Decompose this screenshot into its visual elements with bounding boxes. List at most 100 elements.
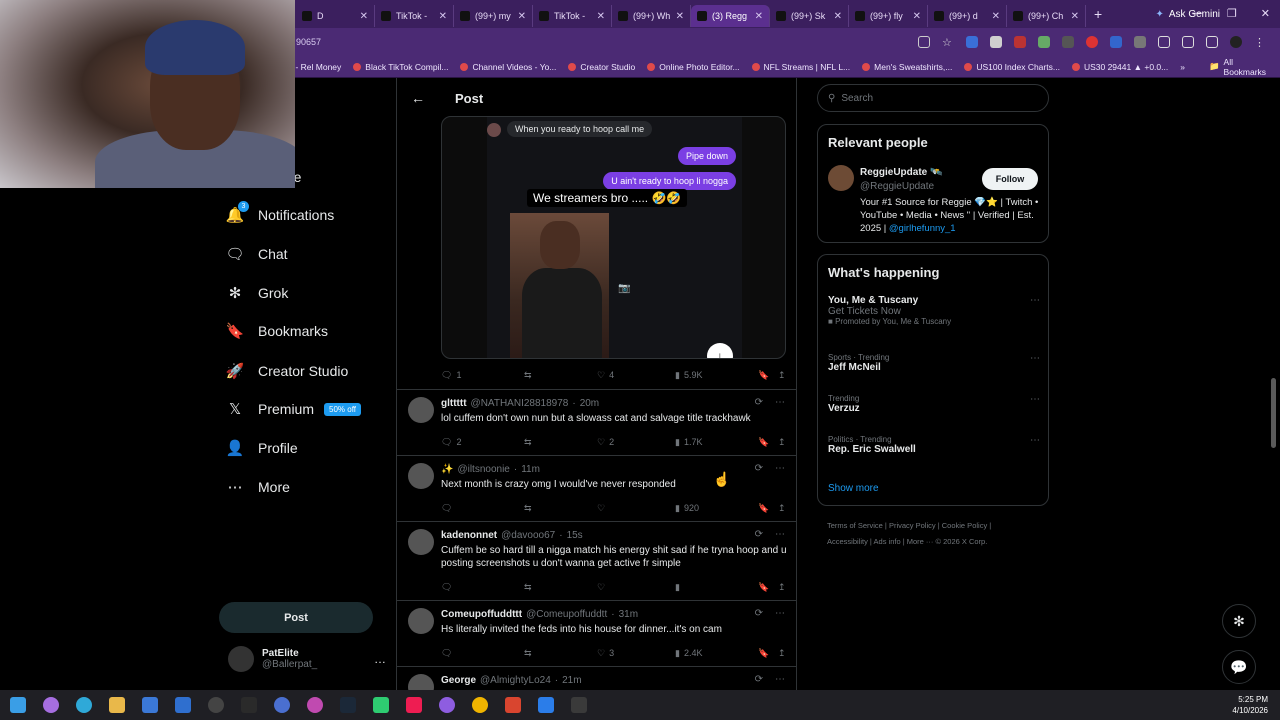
bookmark-button[interactable]: 🔖 xyxy=(758,648,778,659)
more-options-icon[interactable]: ⋯ xyxy=(775,463,785,474)
more-options-icon[interactable]: ⋯ xyxy=(1030,435,1040,446)
grok-explain-icon[interactable]: ⟳ xyxy=(755,397,763,408)
share-button[interactable]: ↥ xyxy=(778,437,786,448)
browser-tab[interactable]: (3) Regg ✕ xyxy=(691,5,770,27)
sidebar-item-grok[interactable]: ✻ Grok xyxy=(226,284,289,302)
reply-post[interactable]: kadenonnet @davooo67 · 15s ⟳ ⋯ Cuffem be so ha… xyxy=(397,521,796,600)
like-button[interactable]: ♡ 3 xyxy=(597,648,675,659)
close-tab-icon[interactable]: ✕ xyxy=(913,11,921,22)
bio-link[interactable]: @girlhefunny_1 xyxy=(889,223,956,234)
close-tab-icon[interactable]: ✕ xyxy=(360,11,368,22)
avatar[interactable] xyxy=(408,397,434,423)
account-more-icon[interactable]: … xyxy=(374,652,386,666)
reply-author-handle[interactable]: @iltsnoonie xyxy=(457,464,509,475)
search-input[interactable]: ⚲ Search xyxy=(817,84,1049,112)
all-bookmarks-button[interactable]: » 📁 All Bookmarks xyxy=(1180,57,1270,77)
more-options-icon[interactable]: ⋯ xyxy=(775,674,785,685)
close-tab-icon[interactable]: ✕ xyxy=(518,11,526,22)
more-options-icon[interactable]: ⋯ xyxy=(775,397,785,408)
app-icon[interactable] xyxy=(307,697,323,713)
reply-timestamp[interactable]: 31m xyxy=(619,609,638,620)
reply-button[interactable]: 🗨 xyxy=(441,648,524,659)
app-icon[interactable] xyxy=(538,697,554,713)
extension-icon[interactable] xyxy=(1062,36,1074,48)
back-arrow-icon[interactable]: ← xyxy=(411,90,425,106)
reply-author-handle[interactable]: @davooo67 xyxy=(501,530,555,541)
views-button[interactable]: ▮ 2.4K xyxy=(675,648,758,659)
grok-explain-icon[interactable]: ⟳ xyxy=(755,674,763,685)
browser-tab[interactable]: TikTok - ✕ xyxy=(375,5,454,27)
reply-post[interactable]: ✨ @iltsnoonie · 11m ⟳ ⋯ Next month is crazy om… xyxy=(397,455,796,521)
sidebar-item-notifications[interactable]: 🔔 3 Notifications xyxy=(226,201,334,224)
bookmark-item[interactable]: Channel Videos - Yo... xyxy=(460,62,556,72)
reply-timestamp[interactable]: 15s xyxy=(567,530,583,541)
close-tab-icon[interactable]: ✕ xyxy=(439,11,447,22)
bookmark-item[interactable]: US100 Index Charts... xyxy=(964,62,1060,72)
app-icon[interactable] xyxy=(373,697,389,713)
share-button[interactable]: ↥ xyxy=(778,370,786,381)
grok-explain-icon[interactable]: ⟳ xyxy=(755,608,763,619)
post-button[interactable]: Post xyxy=(219,602,373,633)
trend-item[interactable]: You, Me & Tuscany Get Tickets Now ■ Promot… xyxy=(828,295,1040,326)
file-explorer-icon[interactable] xyxy=(109,697,125,713)
extension-icon[interactable] xyxy=(1086,36,1098,48)
close-tab-icon[interactable]: ✕ xyxy=(755,11,763,22)
sidebar-item-premium[interactable]: 𝕏 Premium 50% off xyxy=(226,400,361,418)
more-options-icon[interactable]: ⋯ xyxy=(1030,353,1040,364)
more-options-icon[interactable]: ⋯ xyxy=(775,608,785,619)
reply-timestamp[interactable]: 11m xyxy=(521,464,540,475)
grok-explain-icon[interactable]: ⟳ xyxy=(755,529,763,540)
minimize-icon[interactable]: — xyxy=(1192,7,1203,20)
browser-tab[interactable]: (99+) d ✕ xyxy=(928,5,1007,27)
mail-icon[interactable] xyxy=(175,697,191,713)
retweet-button[interactable]: ⇆ xyxy=(524,370,597,381)
windows-start-icon[interactable] xyxy=(10,697,26,713)
retweet-button[interactable]: ⇆ xyxy=(524,582,597,593)
reply-author-name[interactable]: Comeupoffuddttt xyxy=(441,609,522,620)
show-more-link[interactable]: Show more xyxy=(828,483,879,494)
bookmark-button[interactable]: 🔖 xyxy=(758,582,778,593)
chrome-icon[interactable] xyxy=(472,697,488,713)
browser-tab[interactable]: (99+) Ch ✕ xyxy=(1007,5,1086,27)
retweet-button[interactable]: ⇆ xyxy=(524,437,597,448)
app-icon[interactable] xyxy=(439,697,455,713)
system-clock[interactable]: 5:25 PM 4/10/2026 xyxy=(1232,694,1268,716)
more-options-icon[interactable]: ⋯ xyxy=(775,529,785,540)
url-text[interactable]: 90657 xyxy=(296,37,321,47)
browser-tab[interactable]: TikTok - ✕ xyxy=(533,5,612,27)
close-tab-icon[interactable]: ✕ xyxy=(676,11,684,22)
edge-icon[interactable] xyxy=(76,697,92,713)
close-tab-icon[interactable]: ✕ xyxy=(834,11,842,22)
more-options-icon[interactable]: ⋯ xyxy=(1030,394,1040,405)
avatar[interactable] xyxy=(408,674,434,690)
extension-icon[interactable] xyxy=(1110,36,1122,48)
sidebar-item-bookmarks[interactable]: 🔖 Bookmarks xyxy=(226,322,328,340)
epic-games-icon[interactable] xyxy=(241,697,257,713)
reply-post[interactable]: George @AlmightyLo24 · 21m ⟳ ⋯ xyxy=(397,666,796,690)
reply-author-name[interactable]: ✨ xyxy=(441,464,453,475)
like-button[interactable]: ♡ xyxy=(597,582,675,593)
account-switcher[interactable]: PatElite @Ballerpat_ … xyxy=(228,646,386,672)
steam-icon[interactable] xyxy=(340,697,356,713)
bookmark-item[interactable]: Creator Studio xyxy=(568,62,635,72)
views-button[interactable]: ▮ xyxy=(675,582,758,593)
reply-author-name[interactable]: George xyxy=(441,675,476,686)
like-button[interactable]: ♡ xyxy=(597,503,675,514)
share-button[interactable]: ↥ xyxy=(778,582,786,593)
retweet-button[interactable]: ⇆ xyxy=(524,648,597,659)
sidebar-icon[interactable] xyxy=(1182,36,1194,48)
sidebar-item-creator-studio[interactable]: 🚀 Creator Studio xyxy=(226,362,349,380)
reply-author-handle[interactable]: @AlmightyLo24 xyxy=(480,675,551,686)
reply-author-handle[interactable]: @Comeupoffuddtt xyxy=(526,609,607,620)
bookmark-item[interactable]: Online Photo Editor... xyxy=(647,62,740,72)
copilot-icon[interactable] xyxy=(43,697,59,713)
grok-float-button[interactable]: ✻ xyxy=(1222,604,1256,638)
bookmark-button[interactable]: 🔖 xyxy=(758,437,778,448)
footer-line[interactable]: Terms of Service | Privacy Policy | Cook… xyxy=(827,518,1047,534)
reply-timestamp[interactable]: 21m xyxy=(562,675,581,686)
bookmark-item[interactable]: NFL Streams | NFL L... xyxy=(751,62,850,72)
reply-button[interactable]: 🗨 2 xyxy=(441,437,524,448)
close-tab-icon[interactable]: ✕ xyxy=(992,11,1000,22)
extension-icon[interactable] xyxy=(1014,36,1026,48)
relevant-name[interactable]: ReggieUpdate 🛰️ xyxy=(860,167,942,178)
